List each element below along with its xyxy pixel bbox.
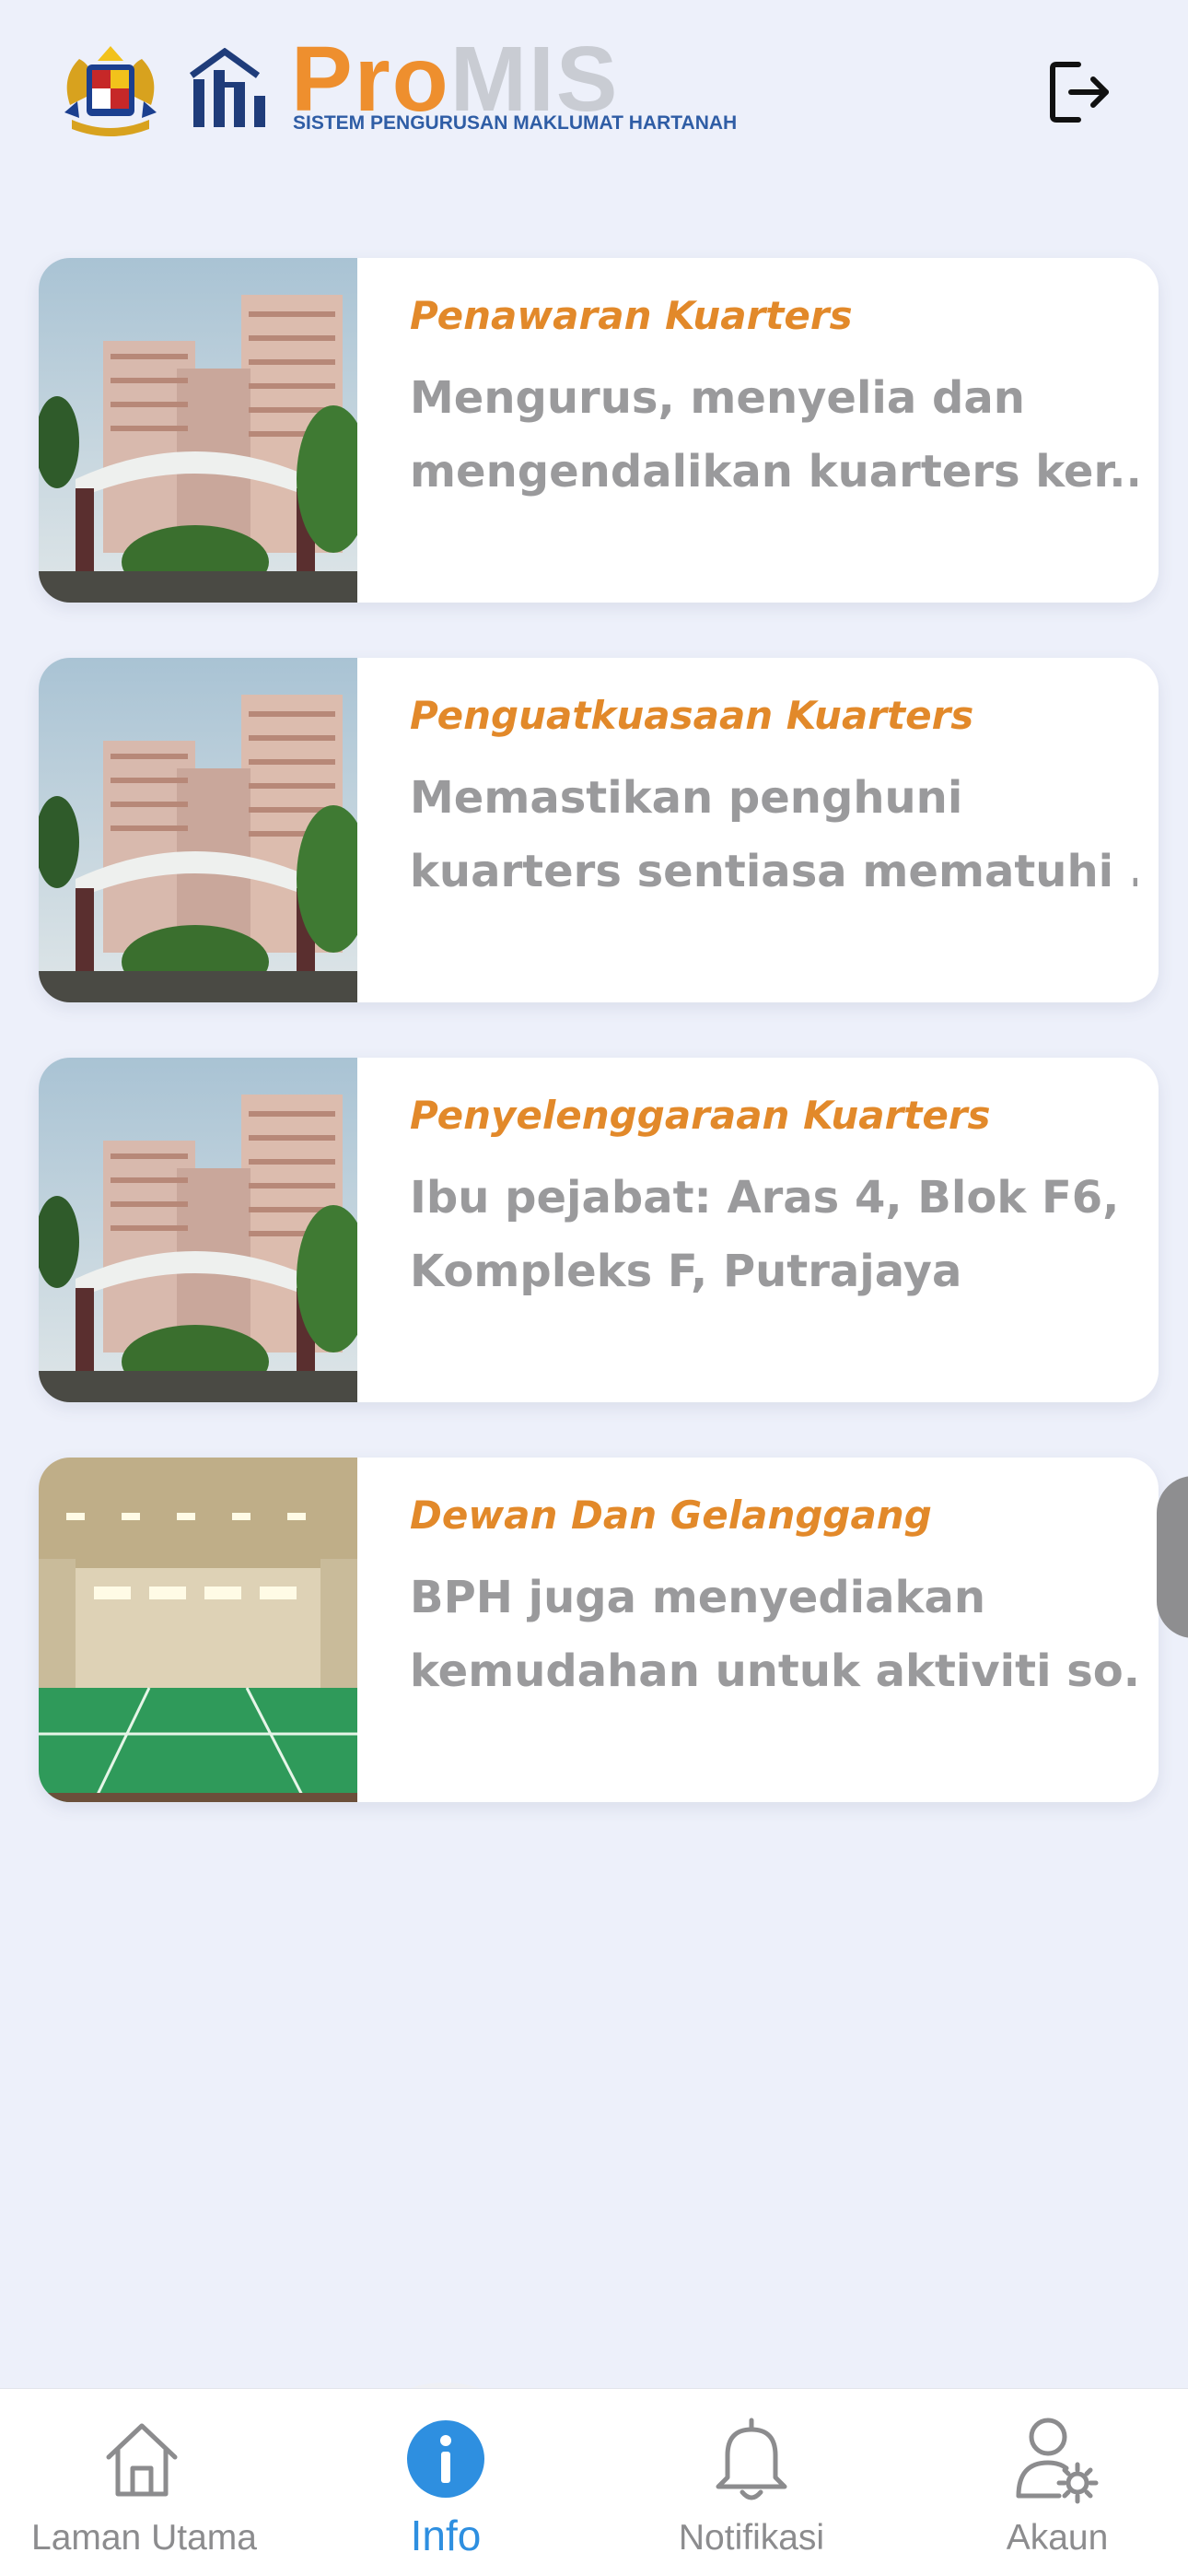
card-title: Penyelenggaraan Kuarters bbox=[410, 1093, 991, 1138]
card-description-line: BPH juga menyediakan bbox=[410, 1572, 986, 1623]
card-title: Penawaran Kuarters bbox=[410, 293, 853, 338]
nav-label: Notifikasi bbox=[678, 2518, 825, 2558]
nav-item-laman-utama[interactable]: Laman Utama bbox=[31, 2389, 257, 2576]
card-title: Penguatkuasaan Kuarters bbox=[410, 693, 974, 738]
card-description-line: Kompleks F, Putrajaya bbox=[410, 1246, 962, 1297]
service-card-penguatkuasaan[interactable]: Penguatkuasaan Kuarters Memastikan pengh… bbox=[39, 658, 1159, 1002]
nav-item-akaun[interactable]: Akaun bbox=[947, 2389, 1168, 2576]
nav-item-info[interactable]: Info bbox=[335, 2389, 556, 2576]
brand-name: ProMIS bbox=[291, 33, 620, 125]
logout-icon bbox=[1050, 62, 1109, 123]
apartment-photo bbox=[39, 658, 357, 1002]
service-card-penyelenggaraan[interactable]: Penyelenggaraan Kuarters Ibu pejabat: Ar… bbox=[39, 1058, 1159, 1402]
floating-side-handle[interactable] bbox=[1157, 1476, 1188, 1638]
card-description-line: Ibu pejabat: Aras 4, Blok F6, bbox=[410, 1172, 1120, 1224]
card-description-line: mengendalikan kuarters ker... bbox=[410, 446, 1137, 498]
sports-hall-photo bbox=[39, 1458, 357, 1802]
info-icon bbox=[400, 2413, 492, 2505]
apartment-photo bbox=[39, 1058, 357, 1402]
nav-item-notifikasi[interactable]: Notifikasi bbox=[641, 2389, 862, 2576]
app-header: ProMIS SISTEM PENGURUSAN MAKLUMAT HARTAN… bbox=[0, 0, 1188, 184]
service-card-dewan[interactable]: Dewan Dan Gelanggang BPH juga menyediaka… bbox=[39, 1458, 1159, 1802]
card-description: Mengurus, menyelia dan mengendalikan kua… bbox=[410, 361, 1137, 509]
nav-label: Akaun bbox=[1006, 2518, 1109, 2558]
app-screen: ProMIS SISTEM PENGURUSAN MAKLUMAT HARTAN… bbox=[0, 0, 1188, 2576]
card-description: BPH juga menyediakan kemudahan untuk akt… bbox=[410, 1561, 1137, 1708]
card-description: Memastikan penghuni kuarters sentiasa me… bbox=[410, 761, 1137, 908]
card-description-line: Mengurus, menyelia dan bbox=[410, 372, 1025, 424]
malaysia-crest-logo bbox=[52, 41, 169, 140]
card-description: Ibu pejabat: Aras 4, Blok F6, Kompleks F… bbox=[410, 1161, 1137, 1308]
logout-button[interactable] bbox=[1042, 53, 1116, 131]
account-settings-icon bbox=[1011, 2413, 1103, 2505]
bell-icon bbox=[705, 2413, 798, 2505]
nav-label: Laman Utama bbox=[31, 2518, 257, 2558]
card-title: Dewan Dan Gelanggang bbox=[410, 1493, 932, 1538]
card-description-line: kuarters sentiasa mematuhi ... bbox=[410, 846, 1137, 897]
nav-label: Info bbox=[410, 2512, 482, 2559]
brand-subtitle: SISTEM PENGURUSAN MAKLUMAT HARTANAH bbox=[293, 112, 738, 134]
bottom-navigation: Laman Utama Info Notifikasi Akaun bbox=[0, 2388, 1188, 2576]
apartment-photo bbox=[39, 258, 357, 603]
card-description-line: Memastikan penghuni bbox=[410, 772, 963, 824]
home-icon bbox=[96, 2413, 188, 2505]
card-description-line: kemudahan untuk aktiviti so... bbox=[410, 1645, 1137, 1697]
service-card-penawaran[interactable]: Penawaran Kuarters Mengurus, menyelia da… bbox=[39, 258, 1159, 603]
promis-building-logo bbox=[188, 47, 269, 133]
